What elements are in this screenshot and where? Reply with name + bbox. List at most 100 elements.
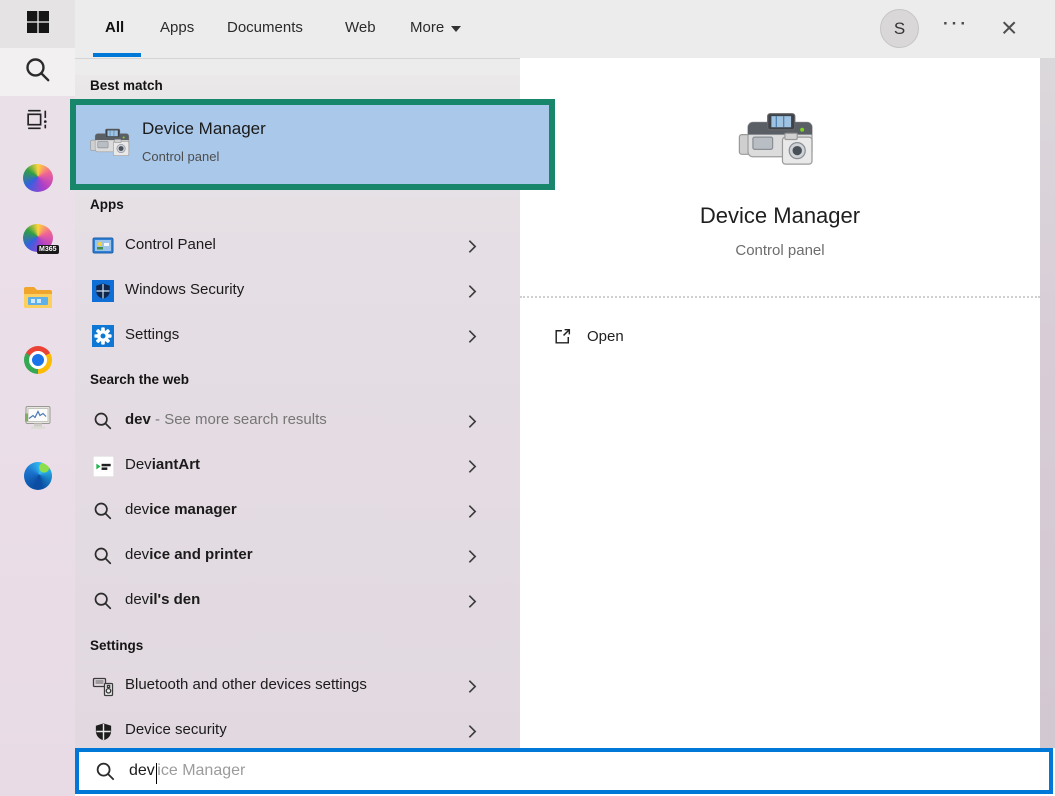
chevron-right-icon bbox=[468, 594, 477, 609]
file-explorer-button[interactable] bbox=[0, 276, 75, 324]
copilot-button[interactable] bbox=[0, 154, 75, 202]
best-match-subtitle: Control panel bbox=[142, 149, 219, 164]
row-label: Control Panel bbox=[125, 236, 216, 253]
row-bluetooth-devices-settings[interactable]: Bluetooth and other devices settings bbox=[75, 665, 520, 708]
query-bold: ice and printer bbox=[149, 546, 252, 563]
chevron-right-icon bbox=[468, 679, 477, 694]
chevron-right-icon bbox=[468, 504, 477, 519]
row-settings[interactable]: Settings bbox=[75, 315, 520, 358]
inline-suggestion: ice Manager bbox=[157, 762, 245, 780]
chevron-right-icon bbox=[468, 724, 477, 739]
row-label: Device security bbox=[125, 721, 227, 738]
performance-monitor-button[interactable] bbox=[0, 396, 75, 444]
row-windows-security[interactable]: Windows Security bbox=[75, 270, 520, 313]
query-bold: ice manager bbox=[149, 501, 237, 518]
file-explorer-icon bbox=[23, 285, 53, 316]
tab-more[interactable]: More bbox=[410, 19, 461, 36]
chevron-down-icon bbox=[451, 26, 461, 32]
section-best-match: Best match bbox=[90, 78, 163, 93]
device-manager-icon bbox=[90, 126, 134, 167]
query-prefix: dev bbox=[125, 591, 149, 608]
task-view-icon bbox=[24, 106, 51, 138]
search-icon bbox=[24, 56, 52, 89]
chevron-right-icon bbox=[468, 459, 477, 474]
search-icon bbox=[92, 500, 114, 522]
open-label: Open bbox=[587, 328, 624, 345]
m365-badge: M365 bbox=[37, 245, 59, 254]
row-label: Bluetooth and other devices settings bbox=[125, 676, 367, 693]
search-header: All Apps Documents Web More S ··· × bbox=[75, 0, 1055, 58]
row-control-panel[interactable]: Control Panel bbox=[75, 225, 520, 268]
tab-more-label: More bbox=[410, 19, 444, 36]
section-apps: Apps bbox=[90, 197, 124, 212]
tab-all[interactable]: All bbox=[105, 19, 124, 36]
preview-divider bbox=[520, 296, 1040, 298]
tab-documents[interactable]: Documents bbox=[227, 19, 303, 36]
typed-query: dev bbox=[129, 762, 155, 780]
search-icon bbox=[92, 590, 114, 612]
section-search-the-web: Search the web bbox=[90, 372, 189, 387]
m365-copilot-button[interactable]: M365 bbox=[0, 214, 75, 262]
edge-icon bbox=[24, 462, 52, 490]
open-action[interactable]: Open bbox=[538, 316, 738, 356]
query-prefix: Dev bbox=[125, 456, 152, 473]
more-options-icon[interactable]: ··· bbox=[943, 14, 969, 34]
row-label: Settings bbox=[125, 326, 179, 343]
chevron-right-icon bbox=[468, 329, 477, 344]
taskbar: M365 bbox=[0, 0, 75, 796]
taskbar-search-button[interactable] bbox=[0, 48, 75, 96]
chevron-right-icon bbox=[468, 414, 477, 429]
preview-panel: Device Manager Control panel Open bbox=[520, 58, 1040, 748]
settings-gear-icon bbox=[92, 325, 114, 347]
search-icon bbox=[95, 761, 116, 782]
chrome-button[interactable] bbox=[0, 336, 75, 384]
best-match-title: Device Manager bbox=[142, 119, 266, 139]
annotation-highlight-box: Device Manager Control panel bbox=[70, 99, 555, 190]
windows-logo-icon bbox=[26, 10, 50, 39]
row-web-deviantart[interactable]: DeviantArt bbox=[75, 445, 520, 488]
shield-icon bbox=[92, 720, 114, 742]
query-bold: dev bbox=[125, 411, 151, 428]
control-panel-icon bbox=[92, 235, 114, 257]
windows-security-icon bbox=[92, 280, 114, 302]
device-manager-icon bbox=[738, 110, 822, 179]
close-icon[interactable]: × bbox=[1001, 8, 1017, 47]
row-web-device-manager[interactable]: device manager bbox=[75, 490, 520, 533]
tab-web[interactable]: Web bbox=[345, 19, 376, 36]
query-prefix: dev bbox=[125, 501, 149, 518]
edge-button[interactable] bbox=[0, 452, 75, 500]
avatar-initial: S bbox=[894, 19, 905, 39]
deviantart-icon bbox=[92, 455, 114, 477]
best-match-result[interactable]: Device Manager Control panel bbox=[76, 105, 549, 184]
chevron-right-icon bbox=[468, 284, 477, 299]
start-button[interactable] bbox=[0, 0, 75, 48]
search-icon bbox=[92, 545, 114, 567]
active-tab-underline bbox=[93, 53, 141, 57]
performance-monitor-icon bbox=[24, 404, 52, 436]
search-input[interactable]: device Manager bbox=[75, 748, 1053, 794]
row-web-devils-den[interactable]: devil's den bbox=[75, 580, 520, 623]
row-web-dev[interactable]: dev - See more search results bbox=[75, 400, 520, 443]
windows-search-flyout: M365 bbox=[0, 0, 1055, 796]
query-bold: il's den bbox=[149, 591, 200, 608]
query-bold: iantArt bbox=[152, 456, 200, 473]
tab-apps[interactable]: Apps bbox=[160, 19, 194, 36]
search-icon bbox=[92, 410, 114, 432]
chrome-icon bbox=[24, 346, 52, 374]
row-label: Windows Security bbox=[125, 281, 244, 298]
section-settings: Settings bbox=[90, 638, 143, 653]
bluetooth-devices-icon bbox=[92, 675, 114, 697]
row-device-security[interactable]: Device security bbox=[75, 710, 520, 753]
microsoft-365-copilot-icon: M365 bbox=[23, 224, 53, 252]
open-external-icon bbox=[552, 326, 573, 347]
row-web-device-and-printer[interactable]: device and printer bbox=[75, 535, 520, 578]
avatar[interactable]: S bbox=[880, 9, 919, 48]
chevron-right-icon bbox=[468, 239, 477, 254]
task-view-button[interactable] bbox=[0, 98, 75, 146]
desktop-edge-strip bbox=[1040, 58, 1055, 748]
query-suffix: - See more search results bbox=[151, 411, 327, 428]
preview-subtitle: Control panel bbox=[520, 242, 1040, 259]
chevron-right-icon bbox=[468, 549, 477, 564]
query-prefix: dev bbox=[125, 546, 149, 563]
copilot-icon bbox=[23, 164, 53, 192]
